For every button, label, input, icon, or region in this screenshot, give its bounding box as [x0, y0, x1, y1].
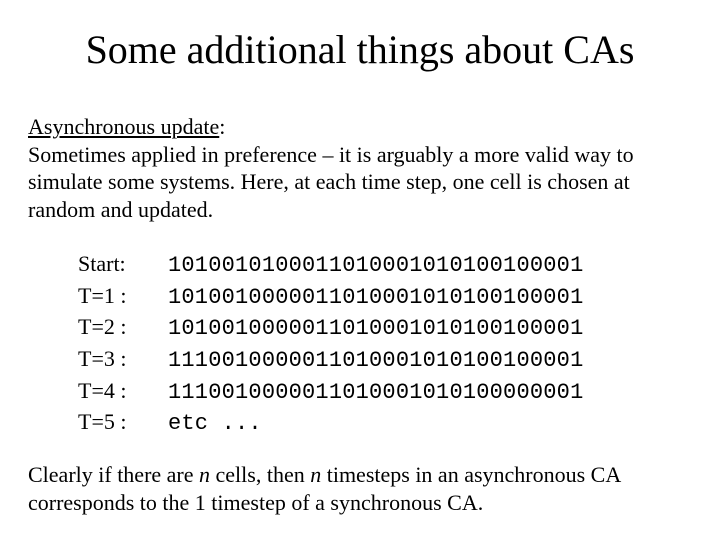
steps-row: T=5 : etc ... — [78, 407, 692, 439]
closing-text: cells, then — [210, 462, 310, 487]
slide: Some additional things about CAs Asynchr… — [0, 0, 720, 540]
steps-block: Start: 1010010100011010001010100100001 T… — [78, 249, 692, 439]
step-label: Start: — [78, 249, 168, 279]
steps-row: T=2 : 1010010000011010001010100100001 — [78, 312, 692, 344]
step-value: 1010010000011010001010100100001 — [168, 314, 583, 344]
intro-colon: : — [219, 114, 225, 139]
intro-label: Asynchronous update — [28, 114, 219, 139]
step-value: etc ... — [168, 409, 262, 439]
steps-row: T=4 : 1110010000011010001010100000001 — [78, 376, 692, 408]
steps-row: T=1 : 1010010000011010001010100100001 — [78, 281, 692, 313]
closing-paragraph: Clearly if there are n cells, then n tim… — [28, 461, 692, 516]
closing-text: Clearly if there are — [28, 462, 199, 487]
closing-n: n — [199, 462, 210, 487]
intro-rest: Sometimes applied in preference – it is … — [28, 142, 634, 222]
step-value: 1010010000011010001010100100001 — [168, 283, 583, 313]
step-label: T=5 : — [78, 407, 168, 437]
page-title: Some additional things about CAs — [28, 26, 692, 73]
step-value: 1110010000011010001010100000001 — [168, 378, 583, 408]
step-label: T=4 : — [78, 376, 168, 406]
intro-paragraph: Asynchronous update: Sometimes applied i… — [28, 113, 692, 223]
step-label: T=2 : — [78, 312, 168, 342]
closing-n: n — [310, 462, 321, 487]
step-label: T=1 : — [78, 281, 168, 311]
step-value: 1110010000011010001010100100001 — [168, 346, 583, 376]
steps-row: T=3 : 1110010000011010001010100100001 — [78, 344, 692, 376]
step-label: T=3 : — [78, 344, 168, 374]
step-value: 1010010100011010001010100100001 — [168, 251, 583, 281]
steps-row: Start: 1010010100011010001010100100001 — [78, 249, 692, 281]
